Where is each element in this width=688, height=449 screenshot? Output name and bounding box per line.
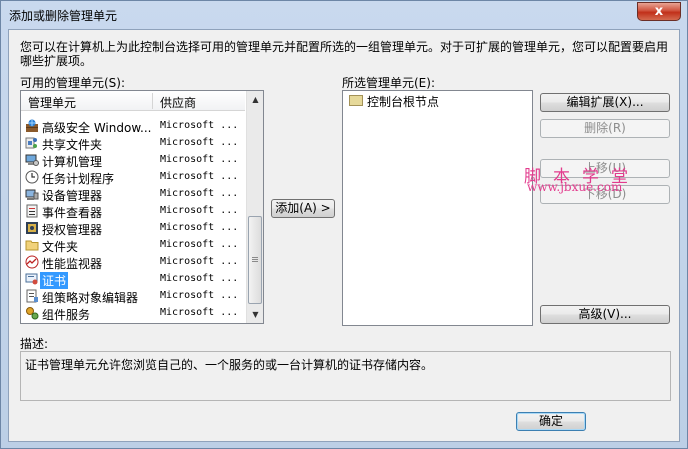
folder-icon [25,240,39,251]
clock-icon [25,170,39,184]
window-title: 添加或删除管理单元 [9,9,118,23]
list-item[interactable]: 设备管理器 Microsoft ... [21,186,245,203]
column-header-snapin[interactable]: 管理单元 [28,94,76,111]
scroll-thumb[interactable] [248,216,262,304]
dialog-client-area: 您可以在计算机上为此控制台选择可用的管理单元并配置所选的一组管理单元。对于可扩展… [8,29,680,442]
list-item[interactable]: 证书 Microsoft ... [21,271,245,289]
list-item[interactable]: 计算机管理 Microsoft ... [21,152,245,169]
shared-folder-icon [25,137,37,149]
title-bar[interactable]: 添加或删除管理单元 x [1,1,687,29]
description-text: 证书管理单元允许您浏览自己的、一个服务的或一台计算机的证书存储内容。 [25,358,434,372]
list-item[interactable]: 文件夹 Microsoft ... [21,237,245,254]
list-item[interactable]: 任务计划程序 Microsoft ... [21,169,245,186]
grip-line [252,259,258,260]
remove-button[interactable]: 删除(R) [540,119,670,138]
scroll-down-arrow-icon[interactable]: ▼ [247,306,264,323]
grip-line [252,257,258,258]
list-item[interactable]: 组件服务 Microsoft ... [21,305,245,322]
available-snapins-label: 可用的管理单元(S): [20,76,126,90]
authorization-icon [26,222,38,234]
add-button[interactable]: 添加(A) > [271,199,335,218]
close-button[interactable]: x [637,2,681,21]
device-manager-icon [25,189,39,200]
list-item[interactable]: 组策略对象编辑器 Microsoft ... [21,288,245,305]
computer-management-icon [25,154,39,166]
event-viewer-icon [26,204,38,218]
folder-icon [349,95,363,106]
group-policy-icon [26,289,38,303]
list-header: 管理单元 供应商 [21,91,245,111]
ok-button[interactable]: 确定 [516,412,586,431]
edit-extensions-button[interactable]: 编辑扩展(X)... [540,93,670,112]
watermark-url: www.jbxue.com [527,180,623,194]
component-services-icon [26,307,39,320]
firewall-icon [26,119,38,132]
selected-snapins-list[interactable]: 控制台根节点 [342,90,533,326]
grip-line [252,261,258,262]
intro-text: 您可以在计算机上为此控制台选择可用的管理单元并配置所选的一组管理单元。对于可扩展… [20,40,669,68]
list-item[interactable]: 性能监视器 Microsoft ... [21,254,245,271]
advanced-button[interactable]: 高级(V)... [540,305,670,324]
list-item[interactable]: 授权管理器 Microsoft ... [21,220,245,237]
description-box: 证书管理单元允许您浏览自己的、一个服务的或一台计算机的证书存储内容。 [20,351,671,401]
list-item[interactable]: 共享文件夹 Microsoft ... [21,135,245,152]
description-label: 描述: [20,337,49,351]
available-snapins-list[interactable]: 管理单元 供应商 高级安全 Window... Microsoft ... 共享… [20,90,264,324]
performance-icon [25,255,39,269]
console-root-node[interactable]: 控制台根节点 [367,93,439,110]
list-item[interactable]: 高级安全 Window... Microsoft ... [21,118,245,135]
certificate-icon [25,273,38,285]
list-item[interactable]: 事件查看器 Microsoft ... [21,203,245,220]
selected-snapins-label: 所选管理单元(E): [342,76,435,90]
list-scrollbar[interactable]: ▲ ▼ [246,91,263,323]
dialog-window: 添加或删除管理单元 x 您可以在计算机上为此控制台选择可用的管理单元并配置所选的… [0,0,688,449]
column-header-vendor[interactable]: 供应商 [160,94,196,111]
scroll-up-arrow-icon[interactable]: ▲ [247,91,264,108]
column-divider[interactable] [152,93,153,109]
